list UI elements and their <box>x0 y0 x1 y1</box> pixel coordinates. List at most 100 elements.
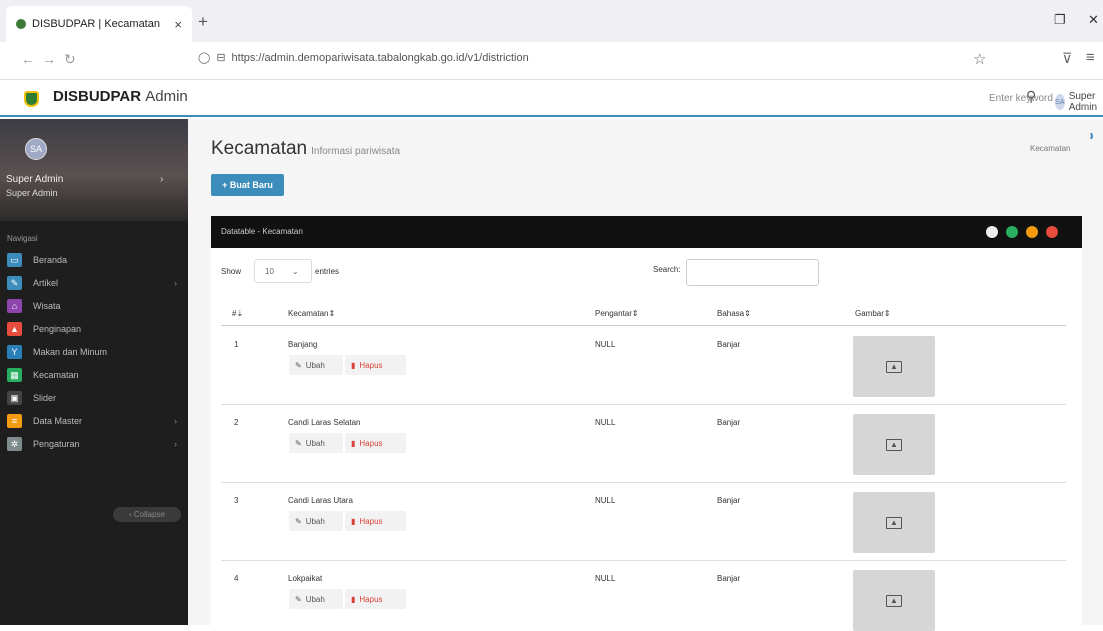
row-kecamatan: Banjang <box>288 340 318 349</box>
column-header-kecamatan[interactable]: Kecamatan⇕ <box>288 309 335 318</box>
menu-icon[interactable]: ≡ <box>1086 49 1095 66</box>
new-tab-icon[interactable]: + <box>198 12 208 32</box>
sidebar-avatar: SA <box>25 138 47 160</box>
url-field[interactable]: ◯ ⊟ https://admin.demopariwisata.tabalongk… <box>198 51 529 64</box>
sidebar-item-penginapan[interactable]: ▲ Penginapan <box>7 318 177 340</box>
nav-heading: Navigasi <box>7 234 38 243</box>
entries-label: entries <box>315 267 340 276</box>
edit-icon: ✎ <box>295 360 302 370</box>
close-window-icon[interactable]: ✕ <box>1088 12 1099 28</box>
minimize-panel-icon[interactable] <box>1026 226 1038 238</box>
user-name: Super Admin <box>1068 91 1098 113</box>
row-bahasa: Banjar <box>717 574 741 583</box>
brand-light: Admin <box>145 88 188 105</box>
table-search-input[interactable] <box>686 259 819 286</box>
restore-window-icon[interactable]: ❐ <box>1054 12 1066 28</box>
brand-bold: DISBUDPAR <box>53 88 142 105</box>
address-bar <box>0 42 1103 80</box>
drink-icon: Y <box>7 345 22 359</box>
search-icon[interactable]: ⚲ <box>1026 88 1036 105</box>
trash-icon: ▮ <box>351 594 356 604</box>
row-pengantar: NULL <box>595 340 616 349</box>
edit-button[interactable]: ✎ Ubah <box>289 511 343 531</box>
delete-button[interactable]: ▮ Hapus <box>345 433 406 453</box>
column-header-number[interactable]: #⇣ <box>232 309 243 318</box>
sidebar-item-pengaturan[interactable]: ✲ Pengaturan › <box>7 433 177 455</box>
image-thumbnail[interactable]: ▲ <box>853 336 935 397</box>
sidebar-item-makan-dan-minum[interactable]: Y Makan dan Minum <box>7 341 177 363</box>
trash-icon: ▮ <box>351 438 356 448</box>
sidebar-item-beranda[interactable]: ▭ Beranda <box>7 249 177 271</box>
sidebar-item-slider[interactable]: ▣ Slider <box>7 387 177 409</box>
column-header-pengantar[interactable]: Pengantar⇕ <box>595 309 639 318</box>
column-header-bahasa[interactable]: Bahasa⇕ <box>717 309 751 318</box>
sidebar-item-label: Penginapan <box>33 324 82 334</box>
row-bahasa: Banjar <box>717 340 741 349</box>
image-thumbnail[interactable]: ▲ <box>853 414 935 475</box>
column-header-gambar[interactable]: Gambar⇕ <box>855 309 891 318</box>
browser-tab[interactable]: DISBUDPAR | Kecamatan × <box>6 6 192 42</box>
page-title-text: Kecamatan <box>211 138 308 159</box>
image-thumbnail[interactable]: ▲ <box>853 570 935 631</box>
edit-icon: ✎ <box>295 516 302 526</box>
create-new-button[interactable]: + Buat Baru <box>211 174 284 196</box>
sidebar-item-label: Pengaturan <box>33 439 80 449</box>
search-label: Search: <box>653 265 681 274</box>
loading-spinner-icon <box>1083 131 1093 141</box>
show-label: Show <box>221 267 242 276</box>
brand-title[interactable]: DISBUDPAR Admin <box>53 88 188 105</box>
user-menu[interactable]: SA Super Admin <box>1055 91 1103 113</box>
sidebar-item-label: Beranda <box>33 255 68 265</box>
remove-panel-icon[interactable] <box>1046 226 1058 238</box>
breadcrumb[interactable]: Kecamatan <box>1030 144 1070 153</box>
delete-label: Hapus <box>359 438 383 448</box>
pocket-icon[interactable]: ⊽ <box>1062 50 1072 67</box>
sidebar-item-label: Wisata <box>33 301 61 311</box>
url-text: https://admin.demopariwisata.tabalongkab… <box>231 52 529 64</box>
delete-button[interactable]: ▮ Hapus <box>345 511 406 531</box>
sidebar-item-wisata[interactable]: ⌂ Wisata <box>7 295 177 317</box>
image-icon: ▣ <box>7 391 22 405</box>
sidebar-item-kecamatan[interactable]: ▦ Kecamatan <box>7 364 177 386</box>
chevron-right-icon[interactable]: › <box>160 174 163 185</box>
sidebar-user-name[interactable]: Super Admin <box>6 174 63 185</box>
row-divider <box>221 404 1066 405</box>
reload-icon[interactable]: ↻ <box>64 51 76 68</box>
bookmark-star-icon[interactable]: ☆ <box>973 50 986 68</box>
delete-button[interactable]: ▮ Hapus <box>345 589 406 609</box>
page-subtitle: Informasi pariwisata <box>311 146 401 157</box>
trash-icon: ▮ <box>351 516 356 526</box>
edit-button[interactable]: ✎ Ubah <box>289 589 343 609</box>
edit-button[interactable]: ✎ Ubah <box>289 355 343 375</box>
row-pengantar: NULL <box>595 496 616 505</box>
row-bahasa: Banjar <box>717 418 741 427</box>
chevron-right-icon: › <box>174 416 177 426</box>
sidebar-profile-background <box>0 119 188 221</box>
forward-icon[interactable]: → <box>42 51 56 67</box>
trash-icon: ▮ <box>351 360 356 370</box>
avatar: SA <box>1055 94 1065 110</box>
row-number: 1 <box>234 340 239 349</box>
row-number: 4 <box>234 574 239 583</box>
sidebar-item-label: Artikel <box>33 278 59 288</box>
collapse-button[interactable]: ‹ Collapse <box>113 507 181 522</box>
image-thumbnail[interactable]: ▲ <box>853 492 935 553</box>
edit-icon: ✎ <box>295 438 302 448</box>
bed-icon: ▲ <box>7 322 22 336</box>
row-pengantar: NULL <box>595 418 616 427</box>
favicon-icon <box>16 19 26 29</box>
back-icon[interactable]: ← <box>21 51 35 67</box>
sidebar-item-artikel[interactable]: ✎ Artikel › <box>7 272 177 294</box>
delete-label: Hapus <box>359 360 383 370</box>
page-length-select[interactable]: 10 ⌄ <box>254 259 312 283</box>
close-tab-icon[interactable]: × <box>174 17 182 32</box>
expand-icon[interactable] <box>986 226 998 238</box>
delete-button[interactable]: ▮ Hapus <box>345 355 406 375</box>
reload-panel-icon[interactable] <box>1006 226 1018 238</box>
row-kecamatan: Candi Laras Utara <box>288 496 353 505</box>
delete-label: Hapus <box>359 516 383 526</box>
edit-button[interactable]: ✎ Ubah <box>289 433 343 453</box>
sidebar-item-data-master[interactable]: ≡ Data Master › <box>7 410 177 432</box>
row-kecamatan: Lokpaikat <box>288 574 323 583</box>
chevron-down-icon: ⌄ <box>291 267 299 276</box>
